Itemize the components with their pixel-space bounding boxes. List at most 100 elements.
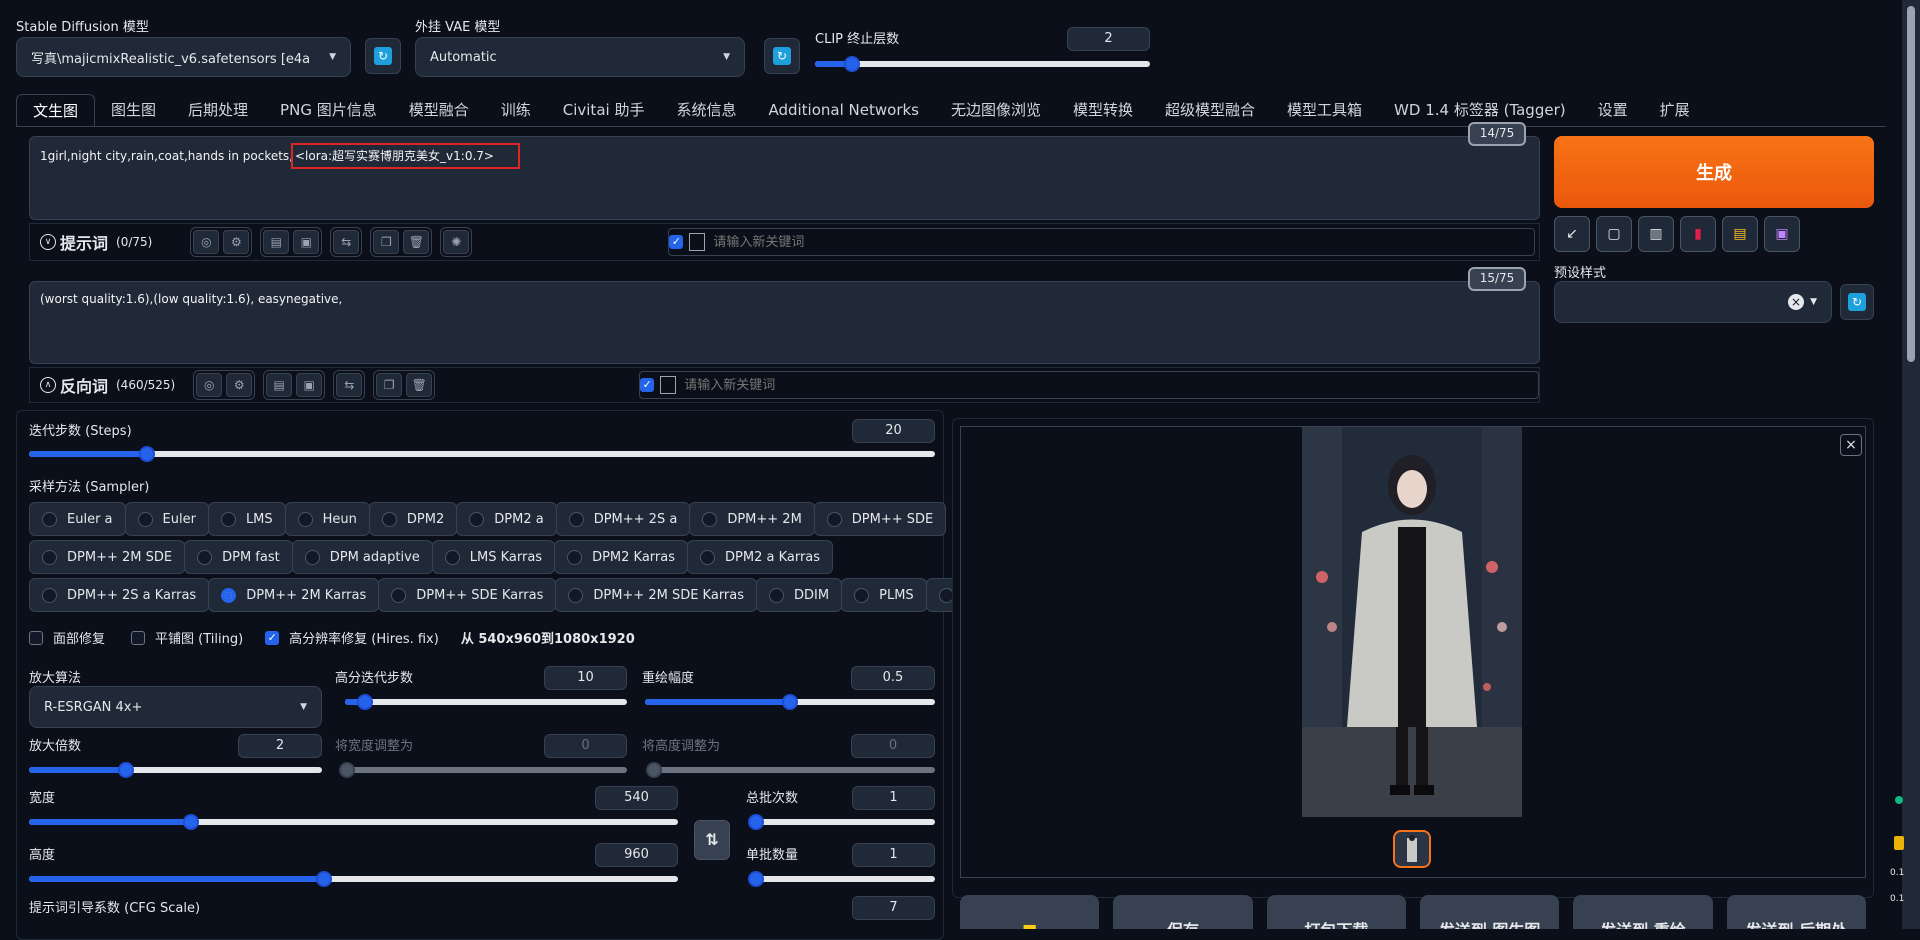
resize-width-slider[interactable] — [339, 762, 627, 778]
sampler-option[interactable]: DPM++ 2S a Karras — [29, 578, 210, 612]
sampler-option[interactable]: DPM2 a — [456, 502, 557, 536]
keyword-checkbox[interactable]: ✓ — [640, 378, 655, 392]
resize-width-input[interactable]: 0 — [544, 734, 627, 758]
translate-icon[interactable]: ⇆ — [336, 373, 363, 397]
resize-height-slider[interactable] — [646, 762, 935, 778]
chevron-up-icon[interactable]: ∨ — [40, 234, 56, 250]
tiling-checkbox[interactable] — [131, 630, 146, 645]
vae-dropdown[interactable]: Automatic ▼ — [415, 37, 745, 77]
gear-icon[interactable]: ⚙ — [223, 230, 250, 254]
sampler-option[interactable]: DDIM — [756, 578, 843, 612]
tab-0[interactable]: 文生图 — [16, 94, 96, 126]
history-icon[interactable]: ▤ — [266, 373, 293, 397]
globe-icon[interactable]: ◎ — [193, 230, 220, 254]
cfg-input[interactable]: 7 — [852, 896, 935, 920]
tab-8[interactable]: Additional Networks — [752, 94, 935, 126]
scrollbar-thumb[interactable] — [1907, 6, 1915, 362]
batch-size-input[interactable]: 1 — [852, 843, 935, 867]
tab-12[interactable]: 模型工具箱 — [1271, 94, 1378, 126]
sampler-option[interactable]: DPM2 Karras — [554, 540, 689, 574]
prompt-textarea[interactable]: 1girl,night city,rain,coat,hands in pock… — [29, 136, 1540, 220]
tab-15[interactable]: 扩展 — [1644, 94, 1706, 126]
style-refresh-button[interactable]: ↻ — [1840, 284, 1874, 320]
sampler-option[interactable]: DPM adaptive — [291, 540, 433, 574]
height-slider[interactable] — [29, 871, 678, 887]
clipboard-icon[interactable]: ▤ — [1722, 216, 1758, 252]
sampler-option[interactable]: DPM++ SDE Karras — [378, 578, 557, 612]
tab-2[interactable]: 后期处理 — [172, 94, 264, 126]
gear-icon[interactable]: ⚙ — [226, 373, 253, 397]
generate-button[interactable]: 生成 — [1554, 136, 1874, 208]
sampler-option[interactable]: Euler a — [29, 502, 126, 536]
sampler-option[interactable]: DPM++ 2M — [689, 502, 815, 536]
width-slider[interactable] — [29, 814, 678, 830]
sampler-option[interactable]: LMS — [207, 502, 286, 536]
generated-image[interactable] — [1302, 427, 1522, 817]
hr-steps-input[interactable]: 10 — [544, 666, 627, 690]
keyword-input[interactable] — [713, 234, 1535, 250]
clip-number-input[interactable]: 2 — [1067, 27, 1150, 51]
sampler-option[interactable]: Heun — [284, 502, 370, 536]
slider-thumb[interactable] — [117, 762, 134, 778]
tab-1[interactable]: 图生图 — [95, 94, 172, 126]
sampler-option[interactable]: LMS Karras — [431, 540, 556, 574]
scale-input[interactable]: 2 — [238, 734, 322, 758]
denoise-slider[interactable] — [645, 694, 935, 710]
page-scrollbar[interactable] — [1902, 0, 1920, 929]
sampler-option[interactable]: PLMS — [841, 578, 927, 612]
upscaler-dropdown[interactable]: R-ESRGAN 4x+ ▼ — [29, 686, 322, 728]
square-icon[interactable]: ▢ — [1596, 216, 1632, 252]
tab-14[interactable]: 设置 — [1582, 94, 1644, 126]
translate-icon[interactable]: ⇆ — [333, 230, 360, 254]
copy-icon[interactable]: ❐ — [373, 230, 400, 254]
tab-5[interactable]: 训练 — [485, 94, 547, 126]
copy-icon[interactable]: ❐ — [376, 373, 403, 397]
output-action-button[interactable]: 发送到 重绘 — [1573, 895, 1713, 929]
card-icon[interactable]: ▮ — [1680, 216, 1716, 252]
sampler-option[interactable]: DPM fast — [184, 540, 293, 574]
negative-keyword-input[interactable] — [684, 377, 1538, 393]
keyword-toggle-icon[interactable] — [689, 233, 706, 251]
sampler-option[interactable]: DPM2 — [368, 502, 458, 536]
save-icon[interactable]: ▣ — [1764, 216, 1800, 252]
tab-4[interactable]: 模型融合 — [393, 94, 485, 126]
output-action-button[interactable]: 保存 — [1113, 895, 1253, 929]
history-icon[interactable]: ▤ — [263, 230, 290, 254]
resize-height-input[interactable]: 0 — [851, 734, 935, 758]
clear-icon[interactable]: × — [1788, 294, 1805, 310]
hires-checkbox[interactable]: ✓ — [265, 630, 280, 645]
tab-6[interactable]: Civitai 助手 — [547, 94, 661, 126]
sampler-option[interactable]: DPM++ 2M SDE — [29, 540, 186, 574]
slider-thumb[interactable] — [748, 871, 764, 887]
bookmark-icon[interactable]: ▣ — [296, 373, 323, 397]
batch-count-input[interactable]: 1 — [852, 786, 935, 810]
slider-thumb[interactable] — [339, 762, 355, 778]
output-action-button[interactable]: 打包下载 — [1266, 895, 1406, 929]
slider-thumb[interactable] — [138, 446, 155, 462]
tab-7[interactable]: 系统信息 — [660, 94, 752, 126]
style-dropdown[interactable]: × ▼ — [1554, 281, 1832, 323]
keyword-checkbox[interactable]: ✓ — [669, 235, 684, 249]
negative-prompt-textarea[interactable]: (worst quality:1.6),(low quality:1.6), e… — [29, 281, 1540, 364]
model-dropdown[interactable]: 写真\majicmixRealistic_v6.safetensors [e4a… — [16, 37, 351, 77]
steps-input[interactable]: 20 — [852, 419, 935, 443]
slider-thumb[interactable] — [356, 694, 373, 710]
gallery-thumbnail[interactable] — [1393, 830, 1431, 868]
face-restore-checkbox[interactable] — [29, 630, 43, 645]
batch-size-slider[interactable] — [748, 871, 935, 887]
tab-11[interactable]: 超级模型融合 — [1149, 94, 1271, 126]
output-action-button[interactable]: 发送到 后期处 — [1726, 895, 1866, 929]
trash-icon[interactable]: 🗑 — [403, 230, 430, 254]
height-input[interactable]: 960 — [595, 843, 678, 867]
width-input[interactable]: 540 — [595, 786, 678, 810]
steps-slider[interactable] — [29, 446, 935, 462]
sampler-option[interactable]: DPM++ 2M SDE Karras — [555, 578, 758, 612]
sampler-option[interactable]: Euler — [124, 502, 209, 536]
chatgpt-icon[interactable]: ✺ — [443, 230, 470, 254]
slider-thumb[interactable] — [843, 56, 860, 72]
hr-steps-slider[interactable] — [345, 694, 627, 710]
arrow-icon[interactable]: ↙ — [1554, 216, 1590, 252]
clip-slider[interactable] — [815, 56, 1150, 72]
batch-count-slider[interactable] — [748, 814, 935, 830]
sampler-option[interactable]: DPM++ SDE — [813, 502, 947, 536]
